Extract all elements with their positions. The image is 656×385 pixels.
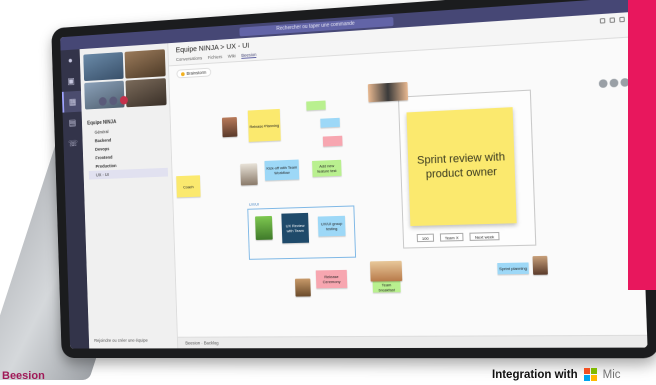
team-list: Equipe NINJA Général Backend Devops Fron… xyxy=(87,115,169,180)
calls-icon[interactable]: ☏ xyxy=(63,132,83,154)
main-area: Equipe NINJA > UX - UI Conversations Fic… xyxy=(168,11,648,349)
expand-icon[interactable] xyxy=(599,17,606,24)
hang-up-button[interactable] xyxy=(119,95,129,105)
header-actions xyxy=(599,16,625,24)
tab-beesion[interactable]: Beesion xyxy=(241,52,257,59)
sticky-note[interactable] xyxy=(306,100,326,111)
accent-strip xyxy=(628,0,656,290)
sticky-note[interactable]: Coach xyxy=(176,175,201,198)
sticky-note[interactable]: Kick-off with Team Workflow xyxy=(264,159,300,181)
tab-wiki[interactable]: Wiki xyxy=(228,53,236,59)
status-text: Beesion · Backlog xyxy=(185,340,219,346)
teams-icon[interactable]: ▦ xyxy=(61,90,82,113)
activity-icon[interactable]: ● xyxy=(61,49,81,71)
photo-card[interactable] xyxy=(221,116,238,138)
sticky-note[interactable]: Release Ceremony xyxy=(315,269,348,289)
sticky-note[interactable] xyxy=(320,117,340,128)
tab-files[interactable]: Fichiers xyxy=(208,54,223,61)
teams-screen: Rechercher ou taper une commande ● ▣ ▦ ▤… xyxy=(60,0,648,349)
group-label: UX/UI xyxy=(248,201,260,207)
sticky-note[interactable]: Team breakfast xyxy=(372,281,401,293)
brand-logo-text: Beesion xyxy=(2,370,45,382)
photo-card[interactable] xyxy=(294,278,311,297)
board-dot-icon xyxy=(180,71,185,77)
avatar[interactable] xyxy=(609,78,619,88)
whiteboard[interactable]: Brainstorm Release Planning Kick-off wit… xyxy=(168,37,648,337)
illustration-people xyxy=(367,81,409,103)
sticky-note[interactable]: Release Planning xyxy=(247,108,281,142)
microsoft-label: Mic xyxy=(602,368,621,381)
chat-icon[interactable]: ▣ xyxy=(61,70,81,92)
microsoft-logo-icon xyxy=(583,368,597,381)
participant-video xyxy=(124,49,166,79)
join-team-link[interactable]: Rejoindre ou créer une équipe xyxy=(94,338,148,343)
tab-conversations[interactable]: Conversations xyxy=(176,56,202,63)
calendar-icon[interactable]: ▤ xyxy=(63,112,83,134)
channel-item-selected[interactable]: UX - UI xyxy=(88,167,169,180)
integration-caption: Integration with Mic xyxy=(492,368,621,381)
tag-chip[interactable]: Next week xyxy=(469,231,500,241)
photo-card[interactable] xyxy=(369,260,403,282)
integration-label: Integration with xyxy=(492,368,578,381)
call-controls xyxy=(98,95,129,106)
sticky-note[interactable] xyxy=(322,135,343,147)
tag-chip[interactable]: 100 xyxy=(416,233,434,243)
status-bar: Beesion · Backlog xyxy=(177,334,648,349)
sticky-note[interactable]: Add new feature test xyxy=(312,159,342,177)
tablet-device: Rechercher ou taper une commande ● ▣ ▦ ▤… xyxy=(51,0,656,359)
board-tag-label: Brainstorm xyxy=(186,69,207,76)
sticky-note-expanded[interactable]: Sprint review with product owner xyxy=(406,107,517,227)
avatar[interactable] xyxy=(598,79,608,89)
participant-video xyxy=(83,52,124,82)
sticky-note[interactable]: UX/UI group testing xyxy=(317,215,346,237)
collaborator-avatars xyxy=(598,77,630,89)
teams-panel: Equipe NINJA Général Backend Devops Fron… xyxy=(79,43,179,349)
photo-card[interactable] xyxy=(255,215,273,241)
more-icon[interactable] xyxy=(619,16,625,23)
tag-chip[interactable]: Team X xyxy=(439,232,464,242)
sticky-note[interactable]: Sprint planning xyxy=(497,262,529,275)
photo-card[interactable] xyxy=(532,255,548,275)
sticky-note[interactable]: UX Review with Team xyxy=(281,212,310,244)
camera-icon[interactable] xyxy=(98,96,107,106)
board-tag[interactable]: Brainstorm xyxy=(176,67,212,79)
mic-icon[interactable] xyxy=(109,96,118,106)
refresh-icon[interactable] xyxy=(609,17,616,23)
participant-video xyxy=(125,78,167,108)
photo-card[interactable] xyxy=(240,163,258,186)
